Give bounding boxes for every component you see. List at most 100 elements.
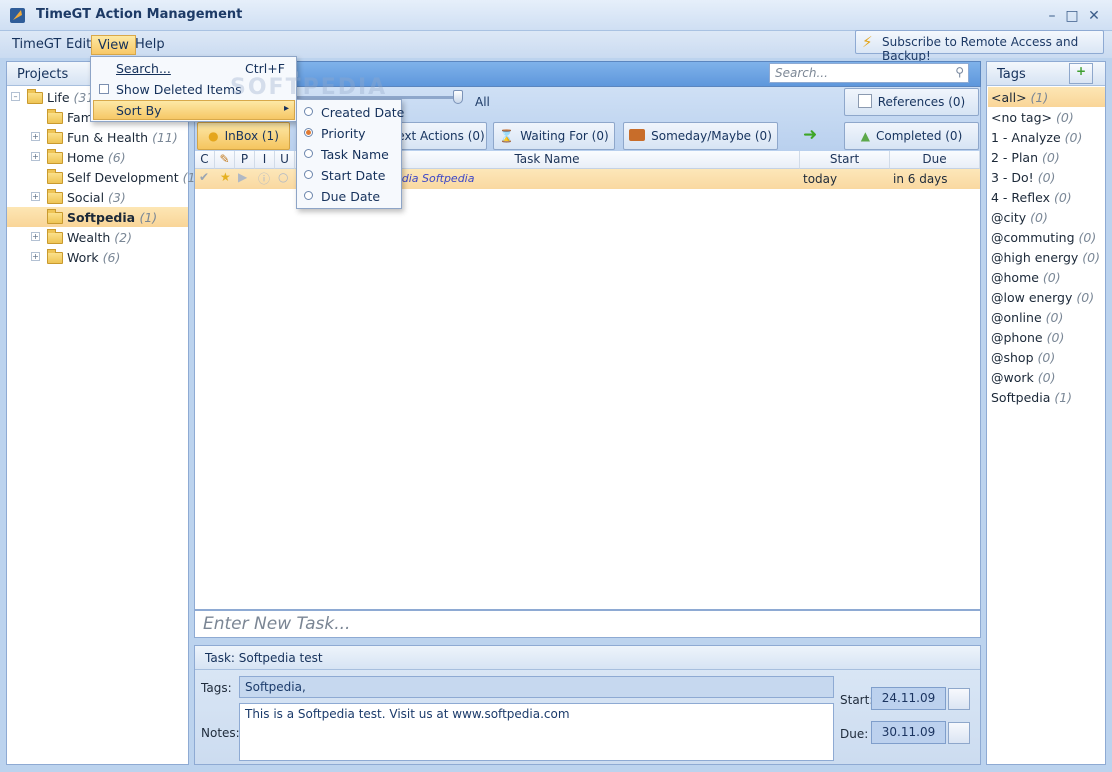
tag-label: 1 - Analyze (991, 130, 1061, 145)
priority-icon[interactable]: ▶ (238, 170, 247, 184)
project-label: Fam (67, 110, 93, 125)
search-input[interactable]: Search... ⚲ (769, 63, 969, 83)
tag-label: @work (991, 370, 1034, 385)
star-icon[interactable]: ★ (220, 170, 231, 184)
expand-icon[interactable]: + (31, 152, 40, 161)
column-importance[interactable]: I (255, 151, 275, 169)
new-task-input[interactable]: Enter New Task... (194, 610, 981, 638)
tag-item[interactable]: <no tag> (0) (988, 107, 1105, 127)
project-item-self-development[interactable]: Self Development (1) (9, 167, 200, 187)
sort-option-label: Start Date (321, 168, 386, 183)
tag-item[interactable]: @commuting (0) (988, 227, 1105, 247)
tab-waiting-for[interactable]: ⌛ Waiting For (0) (493, 122, 615, 150)
tag-item[interactable]: 1 - Analyze (0) (988, 127, 1105, 147)
lightning-icon: ⚡ (862, 33, 873, 51)
tag-item[interactable]: @work (0) (988, 367, 1105, 387)
tags-value: Softpedia, (245, 680, 306, 694)
filter-slider-thumb[interactable] (453, 90, 463, 104)
tag-count: (1) (1054, 390, 1073, 405)
radio-icon[interactable] (304, 128, 313, 137)
tag-item[interactable]: @low energy (0) (988, 287, 1105, 307)
tag-count: (0) (1042, 150, 1060, 165)
add-tag-icon[interactable]: + (1069, 63, 1093, 84)
someday-label: Someday/Maybe (0) (651, 129, 772, 143)
menu-help[interactable]: Help (129, 35, 171, 55)
minimize-icon[interactable]: – (1043, 7, 1061, 25)
close-icon[interactable]: ✕ (1085, 7, 1103, 25)
tag-count: (0) (1037, 170, 1056, 185)
collapse-icon[interactable]: – (11, 92, 20, 101)
search-icon[interactable]: ⚲ (955, 65, 964, 79)
tag-label: Softpedia (991, 390, 1051, 405)
task-start-cell: today (803, 172, 838, 186)
urgency-icon[interactable]: ○ (278, 170, 288, 184)
tags-field[interactable]: Softpedia, (239, 676, 834, 698)
tag-item[interactable]: @high energy (0) (988, 247, 1105, 267)
project-label: Life (47, 90, 70, 105)
tag-item[interactable]: @city (0) (988, 207, 1105, 227)
column-due[interactable]: Due (890, 151, 980, 169)
due-date-field[interactable]: 30.11.09 (871, 721, 946, 744)
tab-next-actions[interactable]: ext Actions (0) (395, 122, 487, 150)
tag-item[interactable]: Softpedia (1) (988, 387, 1105, 407)
column-priority[interactable]: P (235, 151, 255, 169)
start-calendar-icon[interactable] (948, 688, 970, 710)
importance-icon[interactable]: ⓘ (258, 170, 270, 187)
maximize-icon[interactable]: □ (1063, 7, 1081, 25)
subscribe-button[interactable]: ⚡ Subscribe to Remote Access and Backup! (855, 30, 1104, 63)
sort-option[interactable]: Created Date (298, 102, 404, 122)
sort-option-label: Task Name (321, 147, 389, 162)
tag-label: 2 - Plan (991, 150, 1039, 165)
checkbox-icon[interactable] (99, 84, 109, 94)
radio-icon[interactable] (304, 170, 313, 179)
tag-item[interactable]: 3 - Do! (0) (988, 167, 1105, 187)
start-date-field[interactable]: 24.11.09 (871, 687, 946, 710)
slider-label: All (475, 95, 490, 109)
expand-icon[interactable]: + (31, 232, 40, 241)
project-item-fun-health[interactable]: + Fun & Health (11) (9, 127, 186, 147)
folder-icon (47, 169, 63, 184)
due-calendar-icon[interactable] (948, 722, 970, 744)
column-urgency[interactable]: U (275, 151, 295, 169)
radio-icon[interactable] (304, 149, 313, 158)
column-complete[interactable]: C (195, 151, 215, 169)
waiting-label: Waiting For (0) (520, 129, 609, 143)
menu-show-deleted[interactable]: Show Deleted Items (92, 79, 295, 99)
project-item-social[interactable]: + Social (3) (9, 187, 186, 207)
project-item-wealth[interactable]: + Wealth (2) (9, 227, 186, 247)
project-item-home[interactable]: + Home (6) (9, 147, 186, 167)
expand-icon[interactable]: + (31, 132, 40, 141)
column-start[interactable]: Start (800, 151, 890, 169)
tag-item[interactable]: 2 - Plan (0) (988, 147, 1105, 167)
menu-sort-by[interactable]: Sort By ▸ (93, 100, 295, 120)
project-item-softpedia[interactable]: Softpedia (1) (7, 207, 188, 227)
tag-label: 4 - Reflex (991, 190, 1050, 205)
tab-someday-maybe[interactable]: Someday/Maybe (0) (623, 122, 778, 150)
sort-option[interactable]: Due Date (298, 186, 400, 206)
task-name-cell: edia Softpedia (395, 172, 475, 185)
projects-panel: Projects – Life (31) Fam + Fun & Health … (6, 61, 200, 765)
radio-icon[interactable] (304, 107, 313, 116)
tag-item[interactable]: 4 - Reflex (0) (988, 187, 1105, 207)
checkmark-icon[interactable]: ✔ (199, 170, 209, 184)
sort-option[interactable]: Priority (298, 123, 400, 143)
tag-item[interactable]: @online (0) (988, 307, 1105, 327)
column-star-icon[interactable]: ✎ (215, 151, 235, 169)
references-button[interactable]: References (0) (844, 88, 979, 116)
tab-completed[interactable]: ▲ Completed (0) (844, 122, 979, 150)
tab-inbox[interactable]: ● InBox (1) (197, 122, 290, 150)
tag-item[interactable]: @shop (0) (988, 347, 1105, 367)
sort-option[interactable]: Task Name (298, 144, 400, 164)
tag-item[interactable]: <all> (1) (988, 87, 1105, 107)
tag-item[interactable]: @phone (0) (988, 327, 1105, 347)
tag-item[interactable]: @home (0) (988, 267, 1105, 287)
menu-search[interactable]: Search... Ctrl+F (92, 58, 295, 78)
box-icon (629, 129, 646, 141)
notes-field[interactable]: This is a Softpedia test. Visit us at ww… (239, 703, 834, 761)
expand-icon[interactable]: + (31, 192, 40, 201)
sort-option[interactable]: Start Date (298, 165, 400, 185)
menu-timegt[interactable]: TimeGT (6, 35, 67, 55)
radio-icon[interactable] (304, 191, 313, 200)
expand-icon[interactable]: + (31, 252, 40, 261)
project-item-work[interactable]: + Work (6) (9, 247, 186, 267)
